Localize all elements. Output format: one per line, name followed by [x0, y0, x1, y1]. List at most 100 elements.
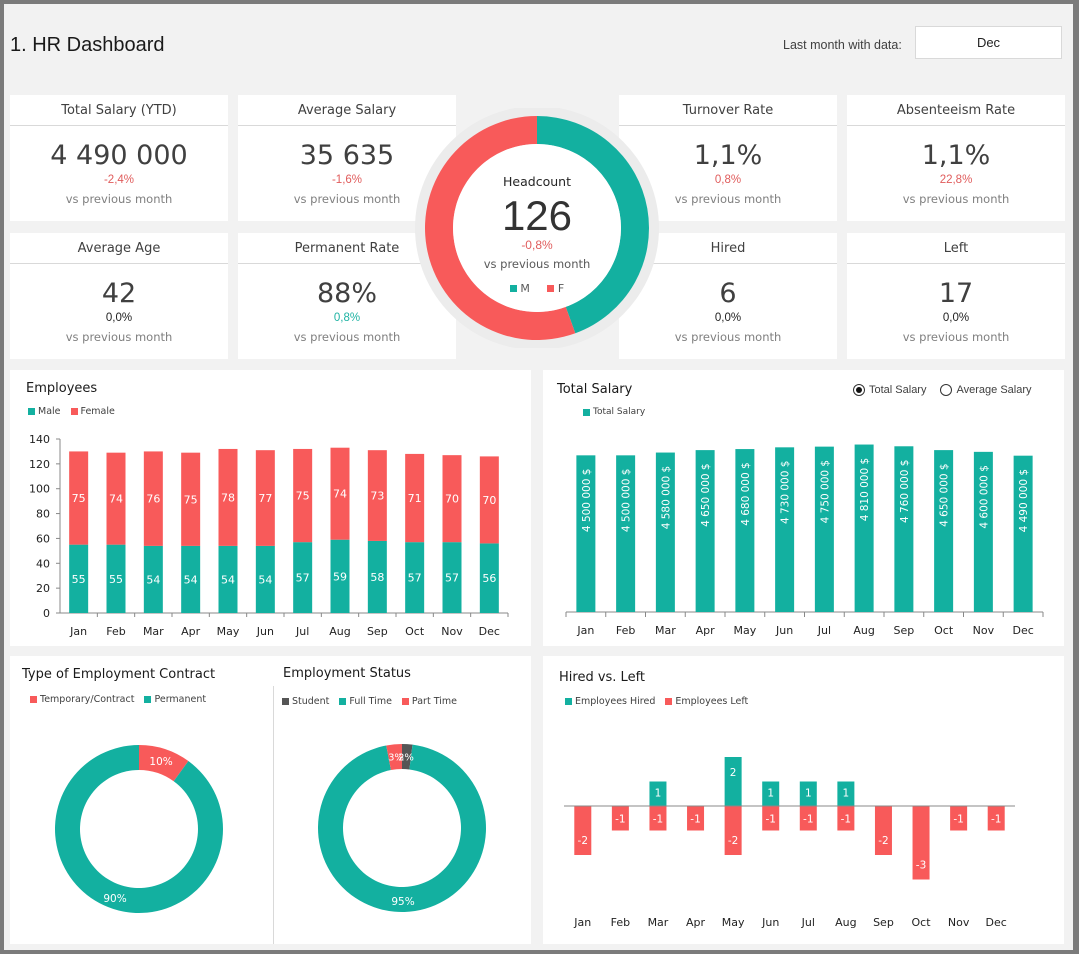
headcount-value: 126: [501, 192, 573, 239]
x-tick-label: Sep: [894, 624, 915, 637]
data-label-female: 73: [370, 490, 384, 503]
y-tick-label: 60: [36, 532, 50, 545]
data-label-left: -1: [615, 814, 625, 826]
data-label-left: -1: [690, 814, 700, 826]
x-tick-label: Oct: [912, 916, 932, 929]
data-label-salary: 4 650 000 $: [939, 463, 951, 526]
data-label-salary: 4 650 000 $: [700, 463, 712, 526]
data-label-male: 54: [258, 573, 272, 586]
legend-swatch-m: [509, 285, 517, 292]
data-label-student: 2%: [398, 753, 414, 764]
data-label-female: 75: [184, 493, 198, 506]
data-label-male: 54: [146, 573, 160, 586]
data-label-female: 77: [258, 492, 272, 505]
contract-slice-permanent: [54, 745, 223, 913]
employees-panel: Employees Male Female 0 20 40 60 80 100 120 140…: [10, 370, 531, 646]
legend-label-m: M: [520, 282, 530, 295]
headcount-widget: Headcount 126 -0,8% vs previous month M …: [412, 106, 662, 350]
x-tick-label: May: [722, 916, 745, 929]
data-label-salary: 4 760 000 $: [899, 460, 911, 523]
legend-swatch-f: [547, 285, 555, 292]
data-label-salary: 4 500 000 $: [581, 469, 593, 532]
x-tick-label: May: [734, 624, 757, 637]
x-tick-label: Sep: [367, 625, 388, 638]
x-tick-label: Jun: [775, 624, 793, 637]
data-label-female: 75: [296, 490, 310, 503]
y-tick-label: 120: [29, 458, 50, 471]
x-tick-label: Dec: [479, 625, 500, 638]
x-tick-label: Jul: [295, 625, 309, 638]
data-label-left: -1: [765, 814, 775, 826]
x-tick-label: Sep: [873, 916, 894, 929]
legend-label-f: F: [557, 282, 565, 295]
kpi-subtitle: vs previous month: [902, 192, 1010, 206]
data-label-hired: 1: [767, 788, 774, 800]
data-label-male: 58: [370, 571, 384, 584]
x-tick-label: Oct: [934, 624, 954, 637]
data-label-female: 71: [408, 492, 422, 505]
x-tick-label: Mar: [655, 624, 676, 637]
x-tick-label: Nov: [441, 625, 463, 638]
kpi-card-average-age: Average Age 42 0,0% vs previous month: [10, 233, 228, 359]
kpi-value: 42: [101, 278, 137, 309]
status-slice-full-time: [317, 744, 486, 912]
data-label-hired: 1: [805, 788, 812, 800]
x-tick-label: Nov: [948, 916, 970, 929]
last-month-input[interactable]: Dec: [915, 26, 1062, 59]
data-label-male: 56: [482, 572, 496, 585]
data-label-female: 76: [146, 493, 160, 506]
y-tick-label: 40: [36, 557, 50, 570]
data-label-hired: 2: [730, 767, 737, 779]
bar-left: [724, 806, 742, 855]
contract-status-panel: Type of Employment Contract Temporary/Co…: [10, 656, 531, 944]
data-label-left: -1: [841, 814, 851, 826]
x-tick-label: Jan: [573, 916, 591, 929]
y-tick-label: 100: [29, 483, 50, 496]
kpi-change: -2,4%: [103, 174, 135, 186]
x-tick-label: Jul: [801, 916, 815, 929]
data-label-salary: 4 600 000 $: [978, 465, 990, 528]
x-tick-label: Dec: [1012, 624, 1033, 637]
kpi-card-total-salary-ytd: Total Salary (YTD) 4 490 000 -2,4% vs previ…: [10, 95, 228, 221]
kpi-title: Absenteeism Rate: [847, 95, 1065, 126]
kpi-change: 0,0%: [105, 312, 133, 324]
data-label-hired: 1: [655, 788, 662, 800]
x-tick-label: Mar: [143, 625, 164, 638]
kpi-card-absenteeism-rate: Absenteeism Rate 1,1% 22,8% vs previous mon…: [847, 95, 1065, 221]
data-label-salary: 4 810 000 $: [859, 458, 871, 521]
data-label-left: -1: [953, 814, 963, 826]
kpi-title: Average Age: [10, 233, 228, 264]
data-label-male: 55: [109, 573, 123, 586]
y-tick-label: 80: [36, 508, 50, 521]
hired-left-panel: Hired vs. Left Employees Hired Employees…: [543, 656, 1064, 944]
data-label-salary: 4 680 000 $: [740, 462, 752, 525]
data-label-temporary: 10%: [149, 756, 172, 768]
data-label-left: -2: [878, 835, 888, 847]
headcount-sub: vs previous month: [483, 257, 591, 271]
kpi-card-left: Left 17 0,0% vs previous month: [847, 233, 1065, 359]
data-label-male: 57: [408, 572, 422, 585]
x-tick-label: Apr: [686, 916, 706, 929]
data-label-male: 55: [72, 573, 86, 586]
kpi-subtitle: vs previous month: [65, 330, 173, 344]
total-salary-panel: Total Salary Total Salary Average Salary…: [543, 370, 1064, 646]
x-tick-label: Aug: [853, 624, 874, 637]
kpi-change: 22,8%: [939, 174, 973, 186]
data-label-female: 70: [482, 494, 496, 507]
headcount-change: -0,8%: [521, 238, 553, 252]
x-tick-label: Nov: [973, 624, 995, 637]
x-tick-label: Jun: [256, 625, 274, 638]
x-tick-label: Mar: [648, 916, 669, 929]
bar-left: [874, 806, 892, 855]
data-label-female: 70: [445, 493, 459, 506]
data-label-male: 57: [296, 572, 310, 585]
kpi-title: Total Salary (YTD): [10, 95, 228, 126]
y-tick-label: 140: [29, 433, 50, 446]
kpi-value: 1,1%: [921, 140, 991, 171]
data-label-left: -2: [578, 835, 588, 847]
data-label-full-time: 95%: [391, 896, 414, 908]
data-label-female: 78: [221, 491, 235, 504]
data-label-female: 74: [109, 493, 123, 506]
y-tick-label: 0: [43, 607, 50, 620]
x-tick-label: Oct: [405, 625, 425, 638]
